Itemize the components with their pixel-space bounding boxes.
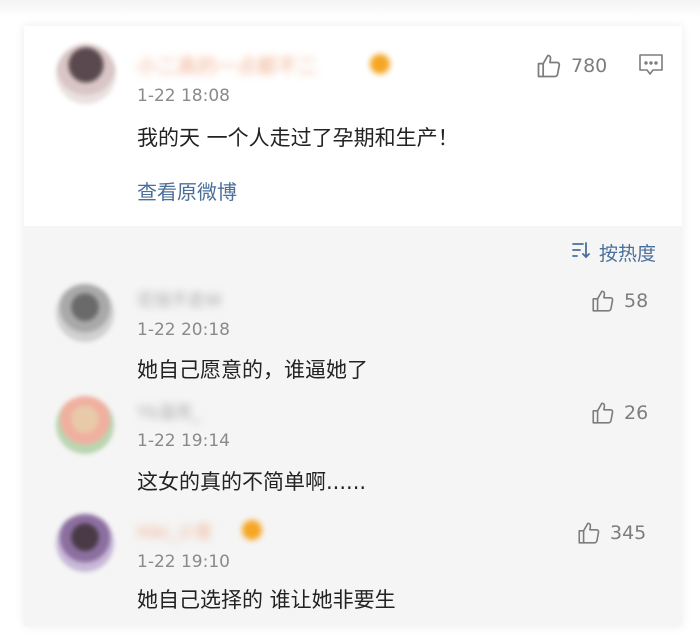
comment-time: 1-22 19:14 [137,431,230,451]
like-count: 26 [624,402,649,424]
thumbs-up-icon [590,400,616,426]
comment-content: 这女的真的不简单啊...... [137,470,367,494]
main-post-time: 1-22 18:08 [137,86,230,106]
main-post: 小二真的一点都不二 1-22 18:08 我的天 一个人走过了孕期和生产！ 查看… [24,26,682,226]
comment-username[interactable]: Yb温亮_ [137,398,201,423]
comment-username[interactable]: 花钱不走W [137,286,222,311]
like-count: 58 [624,290,649,312]
comment-time: 1-22 19:10 [137,552,230,572]
comment-username[interactable]: Hiki_小雪 [137,518,212,543]
main-post-like-button[interactable]: 780 [535,52,607,80]
comment-like-button[interactable]: 345 [576,520,646,546]
main-post-content: 我的天 一个人走过了孕期和生产！ [137,126,459,150]
comment-like-button[interactable]: 26 [590,400,648,426]
comment-time: 1-22 20:18 [137,320,230,340]
thumbs-up-icon [535,52,563,80]
comment-content: 她自己选择的 谁让她非要生 [137,588,396,612]
sort-by-hot-button[interactable]: 按热度 [571,239,656,266]
comment-content: 她自己愿意的，谁逼她了 [137,358,368,382]
main-post-avatar[interactable] [56,44,116,104]
like-count: 780 [571,55,608,77]
comment-card: 小二真的一点都不二 1-22 18:08 我的天 一个人走过了孕期和生产！ 查看… [24,26,682,626]
thumbs-up-icon [590,288,616,314]
comment-avatar[interactable] [56,396,114,454]
comment-icon[interactable] [638,53,664,81]
thumbs-up-icon [576,520,602,546]
sort-label: 按热度 [598,243,656,265]
vip-badge [242,520,262,540]
comment-like-button[interactable]: 58 [590,288,648,314]
view-original-link[interactable]: 查看原微博 [137,176,237,205]
comment-avatar[interactable] [56,514,114,572]
like-count: 345 [610,522,647,544]
comment-avatar[interactable] [56,284,114,342]
vip-badge [370,54,390,74]
sort-icon [571,240,591,265]
main-post-username[interactable]: 小二真的一点都不二 [137,50,317,79]
